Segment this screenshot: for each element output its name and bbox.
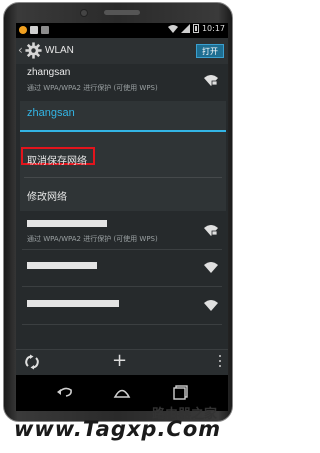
- back-icon[interactable]: [56, 384, 74, 400]
- wlan-toggle-label: 打开: [202, 47, 218, 56]
- watermark-main: www.Tagxp.Com: [14, 417, 222, 441]
- row-separator: [22, 324, 222, 325]
- front-camera: [80, 9, 88, 17]
- app-icon: [41, 26, 49, 34]
- bottom-action-bar: +: [16, 349, 228, 375]
- settings-gear-icon[interactable]: [25, 42, 42, 59]
- status-bar: 10:17: [16, 23, 228, 38]
- scan-refresh-icon[interactable]: [24, 354, 40, 370]
- earpiece-speaker: [104, 10, 140, 15]
- overflow-menu-icon[interactable]: [218, 355, 222, 369]
- row-separator: [22, 286, 222, 287]
- dialog-separator: [24, 177, 222, 178]
- network-ssid: zhangsan: [27, 67, 71, 78]
- list-item[interactable]: [16, 251, 228, 285]
- recent-apps-icon[interactable]: [172, 384, 190, 400]
- redacted-ssid: [27, 220, 107, 227]
- wifi-locked-icon: [204, 225, 218, 236]
- status-time: 10:17: [201, 24, 225, 33]
- wifi-icon: [167, 24, 178, 33]
- phone-frame: 10:17 ‹ WLAN 打开 zhangsan 通过 WPA/WPA2 进行保…: [3, 2, 233, 422]
- redacted-ssid: [27, 262, 97, 269]
- home-icon[interactable]: [113, 384, 131, 400]
- network-options-dialog: zhangsan 取消保存网络 修改网络: [20, 101, 226, 211]
- list-item-zhangsan[interactable]: zhangsan 通过 WPA/WPA2 进行保护 (可使用 WPS): [16, 64, 228, 98]
- page-title: WLAN: [45, 45, 74, 56]
- modify-network-label: 修改网络: [27, 192, 67, 203]
- network-security: 通过 WPA/WPA2 进行保护 (可使用 WPS): [27, 84, 158, 92]
- dialog-title-divider: [20, 130, 226, 132]
- notification-icon: [19, 26, 27, 34]
- list-item[interactable]: [16, 289, 228, 323]
- row-separator: [22, 249, 222, 250]
- wifi-locked-icon: [204, 75, 218, 86]
- network-security: 通过 WPA/WPA2 进行保护 (可使用 WPS): [27, 235, 158, 243]
- signal-icon: [180, 24, 190, 33]
- modify-network-option[interactable]: 修改网络: [20, 180, 226, 210]
- back-chevron-icon[interactable]: ‹: [18, 43, 23, 57]
- wifi-icon: [204, 300, 218, 311]
- wlan-toggle[interactable]: 打开: [196, 44, 224, 58]
- phone-screen: 10:17 ‹ WLAN 打开 zhangsan 通过 WPA/WPA2 进行保…: [16, 23, 228, 411]
- add-network-icon[interactable]: +: [112, 351, 127, 371]
- dialog-title: zhangsan: [27, 107, 75, 119]
- list-item[interactable]: 通过 WPA/WPA2 进行保护 (可使用 WPS): [16, 214, 228, 248]
- wifi-icon: [204, 262, 218, 273]
- battery-icon: [192, 24, 199, 33]
- redacted-ssid: [27, 300, 119, 307]
- action-bar: ‹ WLAN 打开: [16, 38, 228, 64]
- forget-network-option[interactable]: 取消保存网络: [20, 144, 226, 174]
- forget-network-label: 取消保存网络: [27, 156, 87, 167]
- usb-icon: [30, 26, 38, 34]
